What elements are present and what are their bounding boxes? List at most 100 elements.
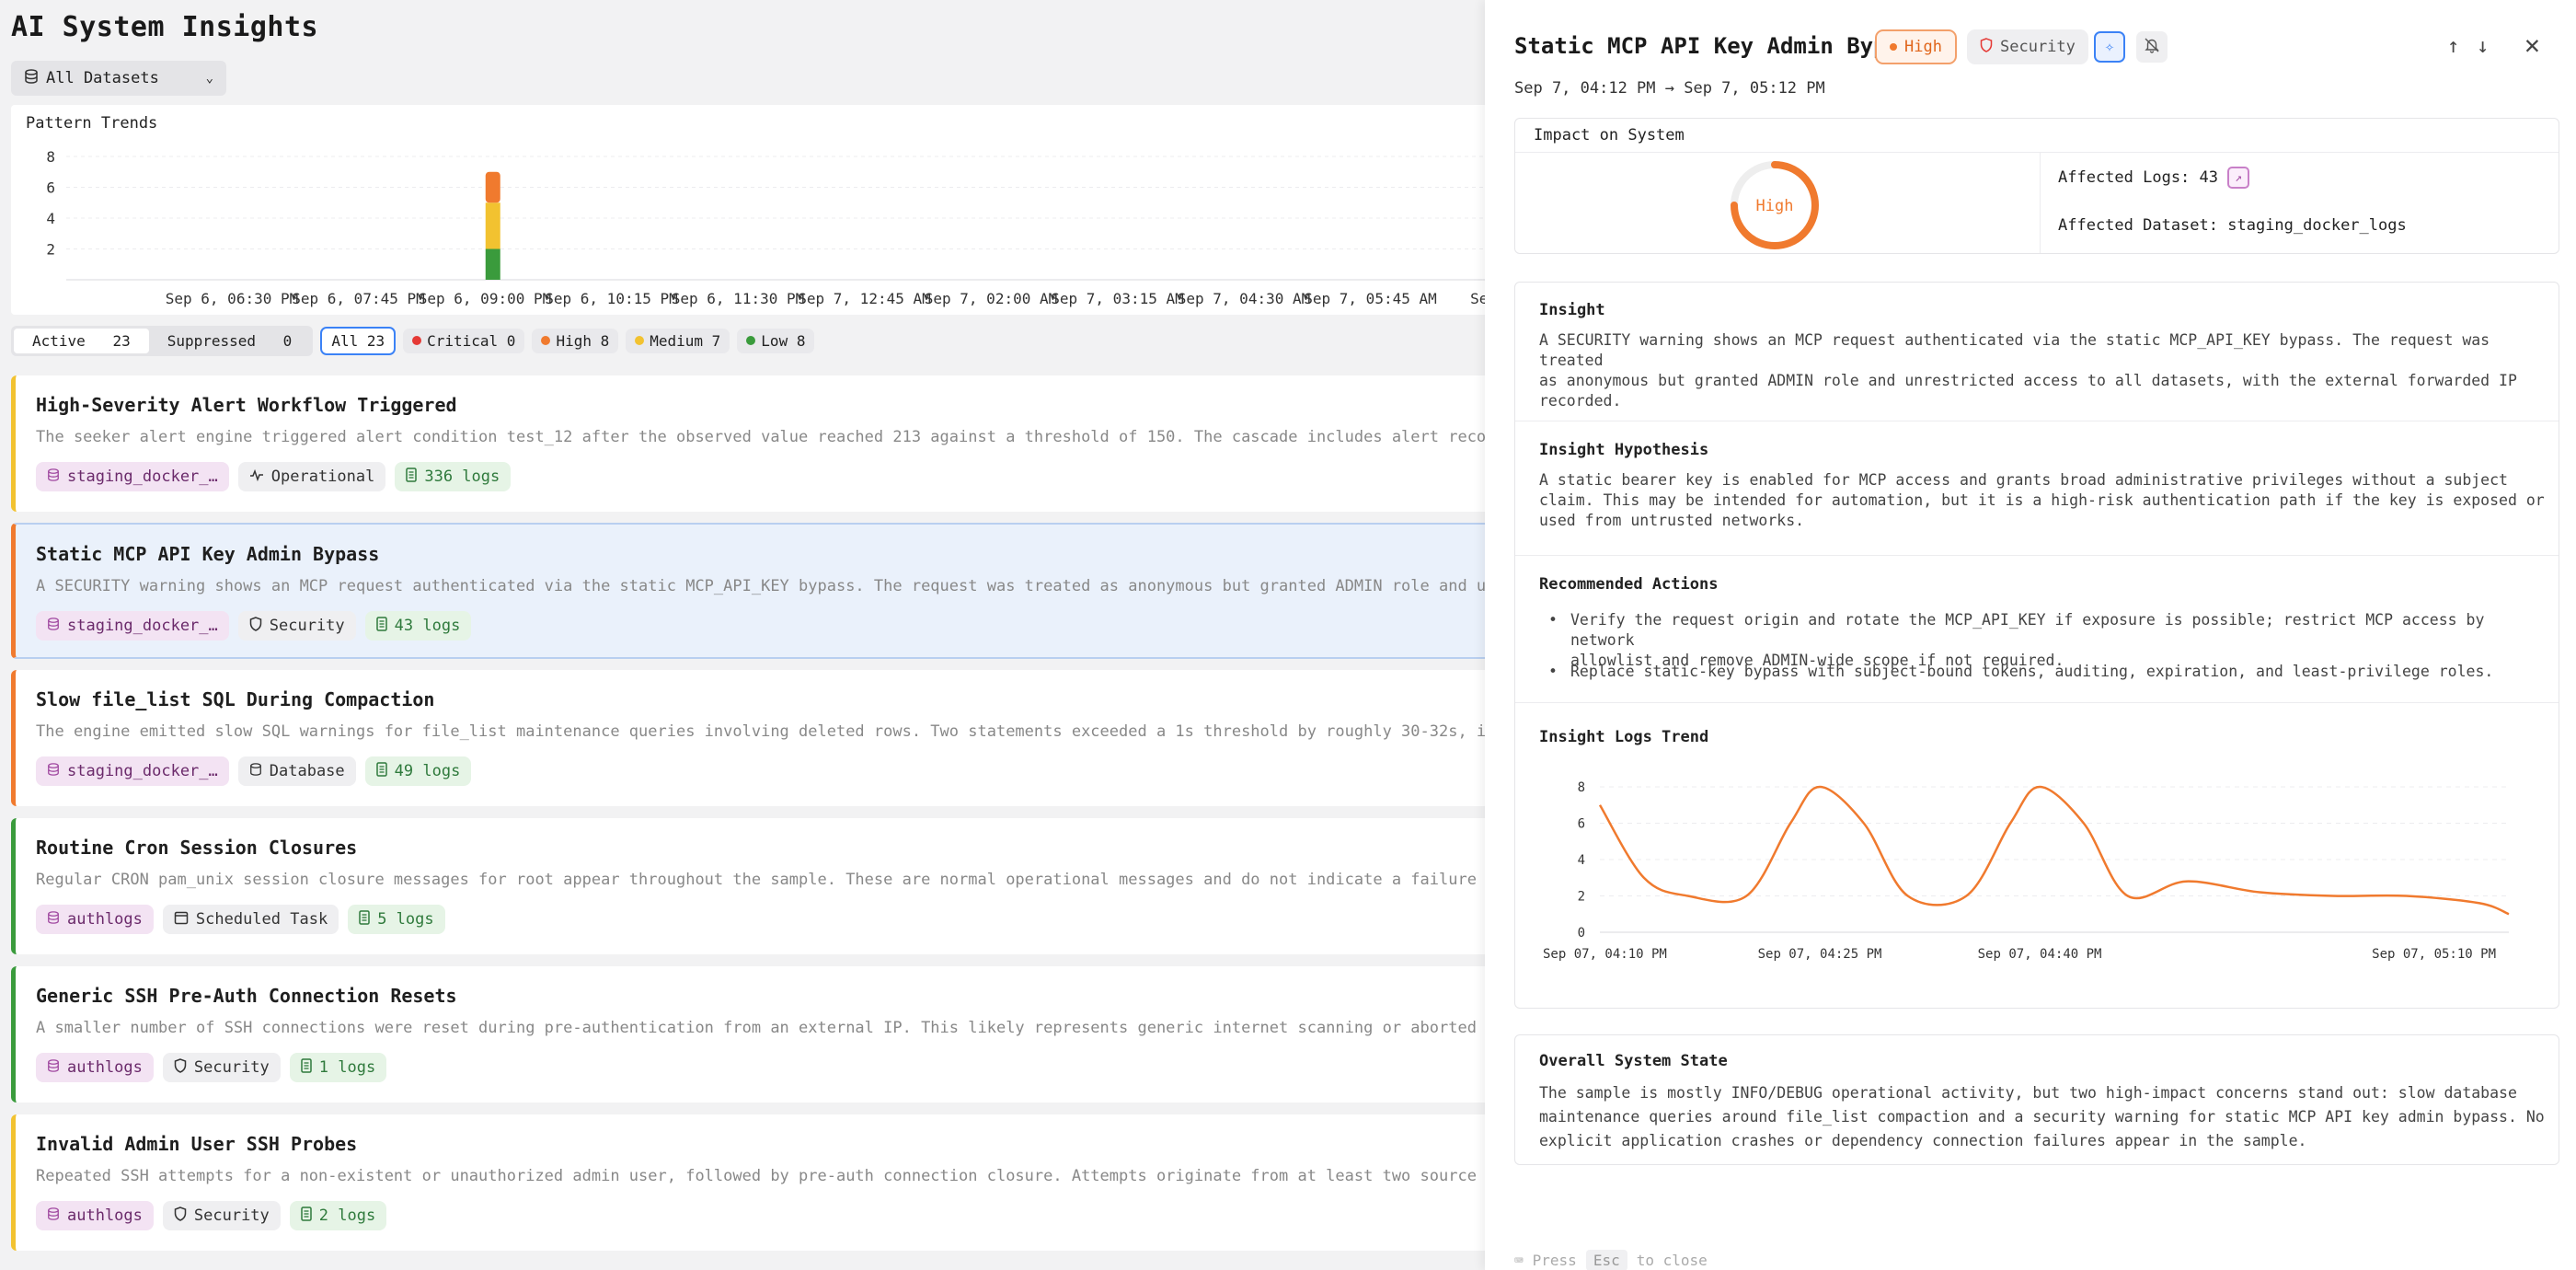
insight-card[interactable]: Generic SSH Pre-Auth Connection Resets A… <box>11 966 1485 1103</box>
insight-card[interactable]: Slow file_list SQL During Compaction The… <box>11 670 1485 806</box>
insight-card[interactable]: Static MCP API Key Admin Bypass A SECURI… <box>11 523 1485 659</box>
filter-low[interactable]: Low 8 <box>737 328 815 353</box>
insight-card-tags: authlogs Security 1 logs <box>36 1053 387 1082</box>
logs-tag[interactable]: 336 logs <box>395 462 512 491</box>
database-icon <box>249 762 262 781</box>
insight-card-title: Invalid Admin User SSH Probes <box>36 1133 358 1155</box>
mute-button[interactable] <box>2136 31 2168 63</box>
category-tag: Security <box>237 611 356 641</box>
dataset-tag[interactable]: authlogs <box>36 1201 154 1230</box>
dataset-tag[interactable]: authlogs <box>36 905 154 934</box>
low-dot-icon <box>746 336 756 345</box>
bar-segment <box>485 202 500 249</box>
database-icon <box>47 617 60 636</box>
logs-tag[interactable]: 5 logs <box>348 905 445 934</box>
open-logs-button[interactable]: ↗ <box>2227 167 2250 189</box>
tab-suppressed[interactable]: Suppressed 0 <box>149 329 311 353</box>
status-toggle: Active 23 Suppressed 0 <box>11 325 314 356</box>
dataset-select-value: All Datasets <box>46 69 159 87</box>
pattern-trends-chart: 2468Sep 6, 06:30 PMSep 6, 07:45 PMSep 6,… <box>46 148 1485 307</box>
pulse-icon <box>249 468 264 487</box>
severity-badge: High <box>1875 29 1957 64</box>
dataset-tag[interactable]: authlogs <box>36 1053 154 1082</box>
y-tick-label: 8 <box>46 148 55 166</box>
x-tick-label: Sep 6, 06:30 PM <box>166 290 299 307</box>
insight-header: Insight <box>1539 301 1605 319</box>
drawer-footer-hint: ⌨ Press Esc to close <box>1514 1250 1708 1270</box>
x-tick-label: Sep 7, 04:30 AM <box>1178 290 1311 307</box>
y-tick-label: 6 <box>1578 817 1585 832</box>
shield-icon <box>174 1057 187 1078</box>
overall-text: The sample is mostly INFO/DEBUG operatio… <box>1539 1084 2545 1149</box>
insight-card-desc: The engine emitted slow SQL warnings for… <box>36 722 1485 741</box>
dataset-tag[interactable]: staging_docker_… <box>36 611 229 641</box>
bar-segment <box>485 248 500 280</box>
shield-icon <box>249 616 262 636</box>
insight-card[interactable]: High-Severity Alert Workflow Triggered T… <box>11 375 1485 512</box>
action-item: Replace static-key bypass with subject-b… <box>1548 662 2546 682</box>
logs-tag[interactable]: 49 logs <box>364 756 472 786</box>
divider <box>1515 555 2559 556</box>
x-tick-label: Sep 07, 04:25 PM <box>1758 947 1882 962</box>
external-link-icon: ↗ <box>2235 170 2242 185</box>
time-range: Sep 7, 04:12 PM → Sep 7, 05:12 PM <box>1514 79 1825 98</box>
filter-high[interactable]: High 8 <box>532 328 619 353</box>
logs-tag[interactable]: 2 logs <box>289 1201 387 1230</box>
page-title: AI System Insights <box>11 11 319 43</box>
insight-card[interactable]: Routine Cron Session Closures Regular CR… <box>11 818 1485 954</box>
insight-card[interactable]: Invalid Admin User SSH Probes Repeated S… <box>11 1114 1485 1251</box>
logs-tag[interactable]: 43 logs <box>364 611 472 641</box>
impact-header: Impact on System <box>1534 126 1685 144</box>
insight-details-card: Insight A SECURITY warning shows an MCP … <box>1514 282 2559 1009</box>
shield-icon <box>1980 37 1993 57</box>
affected-logs: Affected Logs: 43 ↗ <box>2058 167 2250 189</box>
pattern-trends-card: Pattern Trends 2 4 6 8 Sep 6, 06:30 PM Sep 6,… <box>11 105 1485 315</box>
insight-card-desc: The seeker alert engine triggered alert … <box>36 428 1485 446</box>
category-tag: Scheduled Task <box>162 905 339 934</box>
divider <box>1515 152 2559 153</box>
critical-dot-icon <box>412 336 422 345</box>
filter-all[interactable]: All 23 <box>320 326 397 355</box>
bar-segment <box>485 171 500 203</box>
sparkle-button[interactable]: ✧ <box>2094 31 2125 63</box>
database-icon <box>47 762 60 781</box>
esc-key: Esc <box>1585 1250 1627 1270</box>
impact-gauge: High <box>1729 159 1821 256</box>
divider <box>1515 702 2559 703</box>
previous-insight-button[interactable]: ↑ <box>2447 35 2459 58</box>
y-tick-label: 4 <box>46 210 55 227</box>
document-icon <box>359 909 370 929</box>
overall-header: Overall System State <box>1539 1052 1728 1070</box>
insight-card-tags: staging_docker_… Security 43 logs <box>36 611 472 641</box>
x-tick-label: Sep 7, 05:45 AM <box>1304 290 1437 307</box>
x-tick-label: Sep 6, 10:15 PM <box>545 290 678 307</box>
document-icon <box>406 467 418 487</box>
insight-card-desc: A SECURITY warning shows an MCP request … <box>36 577 1485 595</box>
insight-card-title: Static MCP API Key Admin Bypass <box>36 543 380 565</box>
y-tick-label: 8 <box>1578 780 1585 795</box>
y-tick-label: 2 <box>1578 890 1585 905</box>
dataset-select[interactable]: All Datasets ⌄ <box>11 61 226 96</box>
close-button[interactable]: ✕ <box>2524 29 2540 60</box>
close-icon: ✕ <box>2524 29 2540 60</box>
x-tick-label: Sep 7, 03:15 AM <box>1051 290 1184 307</box>
dataset-tag[interactable]: staging_docker_… <box>36 756 229 786</box>
next-insight-button[interactable]: ↓ <box>2477 35 2489 58</box>
insight-card-tags: staging_docker_… Operational 336 logs <box>36 462 512 491</box>
tab-active[interactable]: Active 23 <box>14 328 149 353</box>
x-tick-label: Sep 07, 04:40 PM <box>1978 947 2102 962</box>
insight-logs-trend-chart: 0 2 4 6 8 Sep 07, 04:10 PM Sep 07, 04:25 PM Sep… <box>1543 780 2510 962</box>
logs-tag[interactable]: 1 logs <box>289 1053 387 1082</box>
overall-state-card: Overall System State The sample is mostl… <box>1514 1034 2559 1165</box>
filter-medium[interactable]: Medium 7 <box>626 328 730 353</box>
filter-critical[interactable]: Critical 0 <box>403 328 525 353</box>
detail-title: Static MCP API Key Admin Bypass <box>1514 33 1926 59</box>
insight-text: A SECURITY warning shows an MCP request … <box>1539 331 2517 410</box>
insight-card-title: High-Severity Alert Workflow Triggered <box>36 394 457 416</box>
keyboard-icon: ⌨ <box>1514 1252 1524 1269</box>
document-icon <box>375 761 387 781</box>
database-icon <box>47 1058 60 1078</box>
insight-card-tags: authlogs Scheduled Task 5 logs <box>36 905 445 934</box>
dataset-tag[interactable]: staging_docker_… <box>36 462 229 491</box>
database-icon <box>47 910 60 929</box>
